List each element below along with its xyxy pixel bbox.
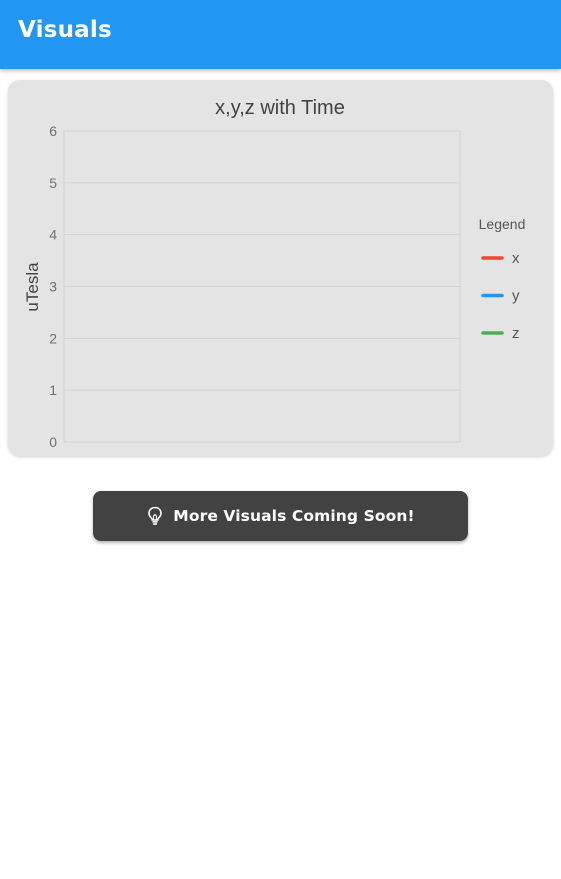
y-tick-label: 2 [49,330,57,346]
chart-title: x,y,z with Time [215,97,345,119]
legend-label-z: z [512,325,520,342]
y-tick-label: 1 [49,382,57,398]
app-bar: Visuals [0,0,561,69]
legend-label-y: y [512,288,520,305]
legend-label-x: x [512,250,520,267]
legend-title: Legend [479,216,526,232]
lightbulb-icon [148,506,163,525]
line-chart: x,y,z with Time 0 1 2 3 4 5 6 uTesla Legend x y z [23,97,526,450]
more-visuals-label: More Visuals Coming Soon! [173,507,415,525]
more-visuals-button[interactable]: More Visuals Coming Soon! [93,491,468,541]
chart-card: x,y,z with Time 0 1 2 3 4 5 6 uTesla Legend x y z [8,80,553,456]
page-title: Visuals [18,17,112,43]
y-tick-label: 4 [49,227,57,243]
y-tick-label: 0 [49,434,57,450]
y-axis-label: uTesla [23,262,42,312]
y-tick-label: 3 [49,279,57,295]
y-tick-label: 6 [49,123,57,139]
y-tick-label: 5 [49,175,57,191]
